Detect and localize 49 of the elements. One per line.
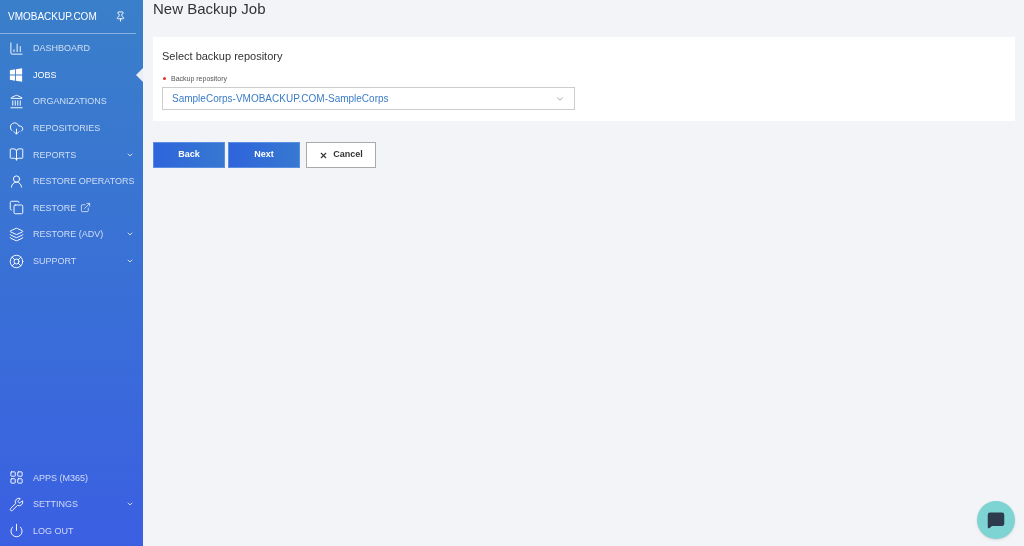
pin-icon[interactable]	[115, 11, 126, 22]
brand-name: VMOBACKUP.COM	[8, 10, 97, 24]
wrench-icon	[9, 496, 24, 512]
nav-item[interactable]: REPORTS	[0, 141, 143, 168]
repository-select[interactable]: SampleCorps-VMOBACKUP.COM-SampleCorps	[162, 87, 575, 110]
selected-notch	[136, 67, 143, 82]
close-icon	[319, 150, 329, 160]
cloud-download-icon	[9, 120, 24, 136]
chat-icon	[987, 511, 1005, 529]
nav-item[interactable]: ORGANIZATIONS	[0, 88, 143, 115]
nav-label: SETTINGS	[33, 499, 78, 510]
nav-label: REPOSITORIES	[33, 123, 101, 134]
nav-label: SUPPORT	[33, 256, 77, 267]
nav-item[interactable]: APPS (M365)	[0, 464, 143, 491]
nav-item[interactable]: DASHBOARD	[0, 35, 143, 62]
cancel-button[interactable]: Cancel	[306, 142, 376, 168]
nav-label: JOBS	[33, 69, 57, 80]
nav-item[interactable]: LOG OUT	[0, 517, 143, 544]
button[interactable]: Back	[153, 142, 225, 168]
power-icon	[9, 523, 24, 539]
button[interactable]: Next	[228, 142, 300, 168]
nav-label: RESTORE (ADV)	[33, 229, 104, 240]
nav-item[interactable]: RESTORE (ADV)	[0, 221, 143, 248]
nav-label: RESTORE OPERATORS	[33, 176, 135, 187]
user-icon	[9, 173, 24, 189]
lifebuoy-icon	[9, 253, 24, 269]
nav-item[interactable]: SETTINGS	[0, 490, 143, 518]
nav-item[interactable]: RESTORE OPERATORS	[0, 167, 143, 195]
book-icon	[9, 147, 24, 163]
nav-item[interactable]: REPOSITORIES	[0, 114, 143, 142]
nav-label: APPS (M365)	[33, 472, 89, 483]
nav-label: RESTORE	[33, 202, 77, 213]
chat-button[interactable]	[977, 501, 1015, 539]
stack-icon	[9, 226, 24, 242]
external-link-icon	[80, 202, 92, 214]
page-title: New Backup Job	[153, 0, 267, 18]
windows-icon	[9, 67, 23, 82]
nav-item[interactable]: JOBS	[0, 61, 143, 89]
grid-icon	[9, 470, 24, 485]
nav-label: ORGANIZATIONS	[33, 96, 107, 107]
nav-item[interactable]: SUPPORT	[0, 247, 143, 275]
card-title: Select backup repository	[162, 49, 284, 64]
nav-item[interactable]: RESTORE	[0, 194, 143, 222]
nav-label: LOG OUT	[33, 525, 74, 536]
bank-icon	[9, 94, 24, 109]
copy-icon	[9, 200, 24, 216]
nav-label: DASHBOARD	[33, 43, 90, 54]
nav-label: REPORTS	[33, 149, 77, 160]
bar-chart-icon	[9, 40, 24, 56]
